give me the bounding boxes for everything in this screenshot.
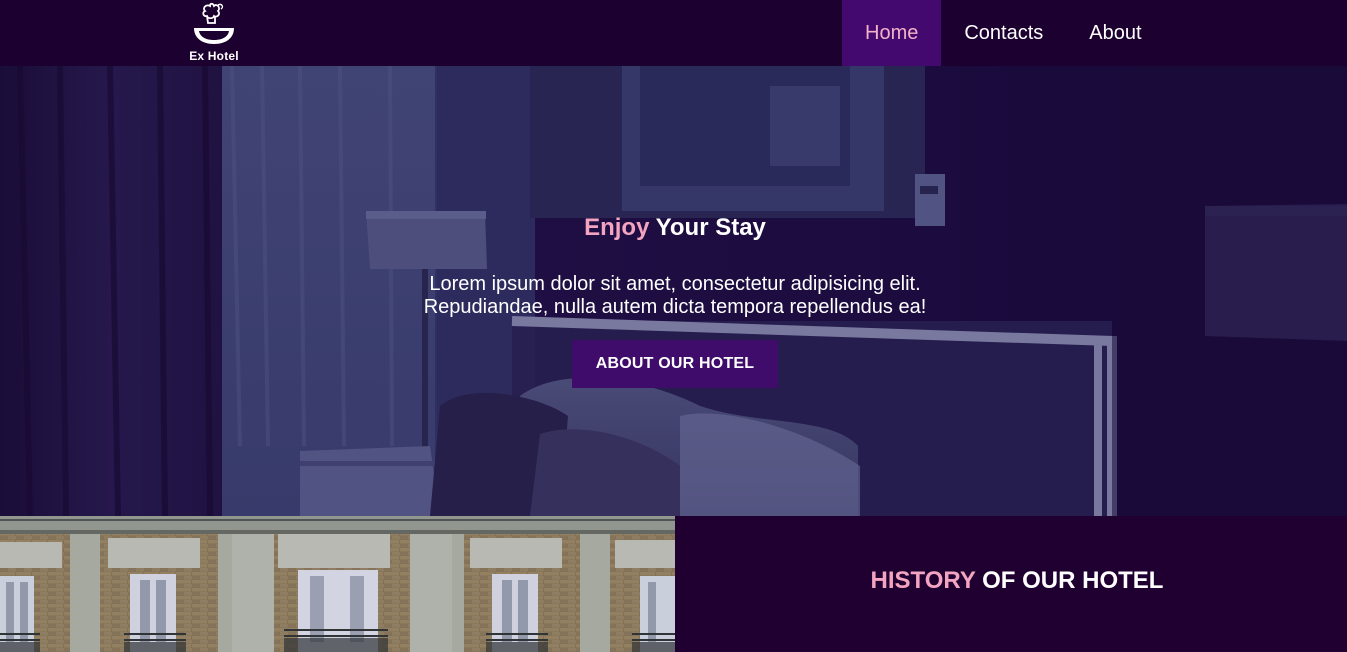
about-hotel-button[interactable]: ABOUT OUR HOTEL bbox=[572, 340, 778, 388]
hero-section: Enjoy Your Stay Lorem ipsum dolor sit am… bbox=[0, 66, 1347, 516]
hero-text-line-1: Lorem ipsum dolor sit amet, consectetur … bbox=[429, 273, 921, 295]
hero-title: Enjoy Your Stay bbox=[0, 214, 1347, 242]
nav-item-contacts[interactable]: Contacts bbox=[941, 0, 1066, 66]
hero-text-line-2: Repudiandae, nulla autem dicta tempora r… bbox=[423, 296, 927, 318]
brand-name: Ex Hotel bbox=[189, 49, 239, 63]
history-section: HISTORY OF OUR HOTEL bbox=[675, 516, 1347, 652]
nav-item-about[interactable]: About bbox=[1066, 0, 1164, 66]
hotel-facade-image bbox=[0, 516, 675, 652]
history-title: HISTORY OF OUR HOTEL bbox=[675, 567, 1347, 595]
history-title-rest: OF OUR HOTEL bbox=[975, 567, 1164, 594]
hero-description: Lorem ipsum dolor sit amet, consectetur … bbox=[0, 273, 1347, 319]
hero-title-accent: Enjoy bbox=[584, 214, 650, 241]
building-facade-illustration bbox=[0, 516, 675, 652]
hero-title-rest: Your Stay bbox=[649, 214, 766, 241]
brand-logo[interactable]: Ex Hotel bbox=[186, 2, 242, 64]
site-header: Ex Hotel Home Contacts About bbox=[0, 0, 1347, 66]
nav-item-home[interactable]: Home bbox=[842, 0, 942, 66]
history-title-accent: HISTORY bbox=[870, 567, 976, 594]
main-nav: Home Contacts About bbox=[842, 0, 1165, 66]
chef-hat-cloche-icon bbox=[194, 2, 234, 44]
